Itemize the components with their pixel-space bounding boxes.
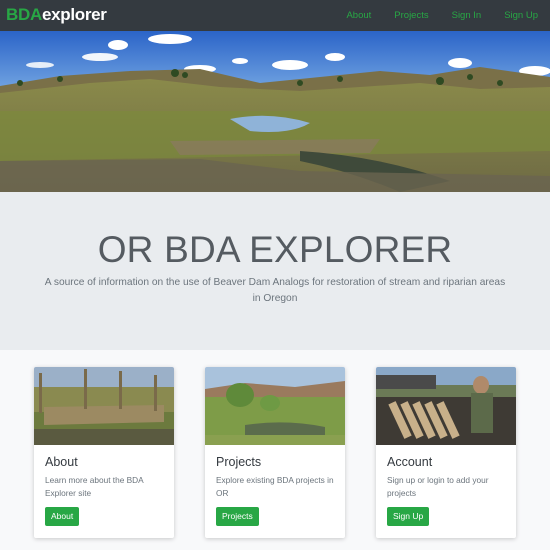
nav-link-projects[interactable]: Projects (394, 10, 428, 21)
card-account: Account Sign up or login to add your pro… (376, 367, 516, 538)
brand-rest: explorer (41, 5, 107, 24)
hero-image (0, 31, 550, 192)
nav-link-about[interactable]: About (346, 10, 371, 21)
page-title: OR BDA EXPLORER (97, 229, 453, 270)
brand-bold: BDA (6, 5, 42, 24)
brand-logo[interactable]: BDAexplorer (6, 5, 107, 25)
cards-section: About Learn more about the BDA Explorer … (0, 350, 550, 550)
sign-up-button[interactable]: Sign Up (387, 507, 430, 526)
card-projects-text: Explore existing BDA projects in OR (216, 475, 334, 498)
card-account-title: Account (387, 455, 433, 469)
hero-landscape-photo (0, 31, 550, 192)
card-account-image (376, 367, 516, 445)
card-about-title: About (45, 455, 78, 469)
projects-button[interactable]: Projects (216, 507, 259, 526)
card-projects-title: Projects (216, 455, 262, 469)
page-subtitle: A source of information on the use of Be… (44, 277, 506, 304)
card-projects-image (205, 367, 345, 445)
about-button[interactable]: About (45, 507, 80, 526)
nav-link-sign-up[interactable]: Sign Up (504, 10, 538, 21)
card-about-text: Learn more about the BDA Explorer site (45, 475, 144, 498)
nav-link-sign-in[interactable]: Sign In (452, 10, 482, 21)
card-projects: Projects Explore existing BDA projects i… (205, 367, 345, 538)
card-about-image (34, 367, 174, 445)
navbar: BDAexplorer About Projects Sign In Sign … (0, 0, 550, 31)
nav-links: About Projects Sign In Sign Up (346, 0, 538, 31)
card-about: About Learn more about the BDA Explorer … (34, 367, 174, 538)
card-account-text: Sign up or login to add your projects (387, 475, 489, 498)
jumbotron: OR BDA EXPLORER A source of information … (0, 192, 550, 350)
